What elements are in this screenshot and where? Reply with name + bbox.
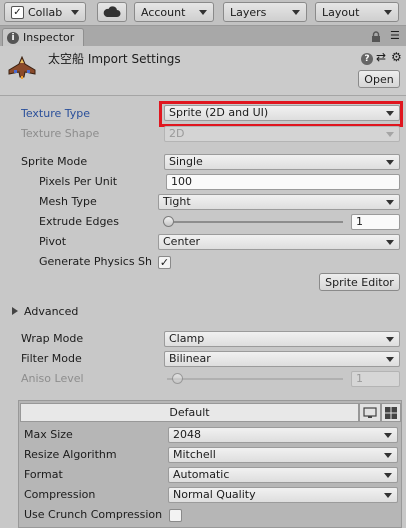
extrude-edges-input[interactable]: 1 — [351, 214, 400, 230]
chevron-down-icon — [386, 160, 394, 165]
max-size-value: 2048 — [173, 428, 201, 441]
advanced-foldout-label[interactable]: Advanced — [24, 304, 124, 320]
foldout-arrow-icon[interactable] — [12, 307, 18, 315]
monitor-icon — [363, 406, 377, 418]
chevron-down-icon — [384, 493, 392, 498]
tab-inspector[interactable]: i Inspector — [2, 28, 84, 46]
pixels-per-unit-input[interactable]: 100 — [166, 174, 400, 190]
open-button[interactable]: Open — [358, 70, 400, 88]
chevron-down-icon — [384, 473, 392, 478]
chevron-down-icon — [386, 357, 394, 362]
aniso-level-label: Aniso Level — [21, 372, 84, 385]
aniso-level-slider-thumb — [172, 373, 184, 384]
collab-check-icon: ✓ — [11, 5, 24, 19]
use-crunch-compression-label: Use Crunch Compression — [24, 508, 163, 521]
filter-mode-value: Bilinear — [169, 352, 211, 365]
chevron-down-icon — [386, 132, 394, 137]
account-label: Account — [141, 5, 186, 19]
tab-default[interactable]: Default — [20, 403, 359, 422]
pixels-per-unit-label: Pixels Per Unit — [39, 175, 118, 188]
inspector-title: 太空船 Import Settings — [48, 52, 181, 66]
chevron-down-icon — [199, 9, 207, 15]
pivot-label: Pivot — [39, 235, 67, 248]
wrap-mode-value: Clamp — [169, 332, 205, 345]
chevron-down-icon — [384, 9, 392, 15]
compression-label: Compression — [24, 488, 96, 501]
tab-windows[interactable] — [381, 403, 401, 422]
tab-default-label: Default — [169, 406, 210, 419]
layout-label: Layout — [322, 5, 360, 19]
chevron-down-icon — [386, 200, 394, 205]
chevron-down-icon — [386, 240, 394, 245]
chevron-down-icon — [384, 433, 392, 438]
cloud-icon — [103, 6, 121, 17]
menu-icon[interactable]: ☰ — [390, 30, 400, 42]
generate-physics-shape-label: Generate Physics Sh — [39, 255, 153, 268]
tab-standalone[interactable] — [359, 403, 381, 422]
format-value: Automatic — [173, 468, 230, 481]
format-dropdown[interactable]: Automatic — [168, 467, 398, 483]
chevron-down-icon — [292, 9, 300, 15]
sprite-mode-value: Single — [169, 155, 203, 168]
texture-shape-value: 2D — [169, 127, 185, 140]
mesh-type-dropdown[interactable]: Tight — [158, 194, 400, 210]
chevron-down-icon — [71, 9, 79, 15]
texture-shape-dropdown: 2D — [164, 126, 400, 142]
lock-icon[interactable] — [371, 31, 381, 42]
layers-label: Layers — [230, 5, 267, 19]
max-size-dropdown[interactable]: 2048 — [168, 427, 398, 443]
compression-dropdown[interactable]: Normal Quality — [168, 487, 398, 503]
texture-type-label: Texture Type — [21, 107, 91, 120]
generate-physics-shape-checkbox[interactable]: ✓ — [158, 256, 171, 269]
format-label: Format — [24, 468, 63, 481]
collab-button[interactable]: ✓ Collab — [4, 2, 86, 22]
preset-icon[interactable]: ⇄ — [376, 50, 386, 64]
filter-mode-dropdown[interactable]: Bilinear — [164, 351, 400, 367]
highlight-box — [159, 101, 403, 127]
inspector-header: 太空船 Import Settings ? ⇄ ⚙ Open — [0, 46, 406, 96]
resize-algorithm-value: Mitchell — [173, 448, 216, 461]
spaceship-thumbnail-icon — [8, 56, 36, 79]
texture-shape-label: Texture Shape — [21, 127, 100, 140]
sprite-editor-button[interactable]: Sprite Editor — [319, 273, 400, 291]
wrap-mode-dropdown[interactable]: Clamp — [164, 331, 400, 347]
account-dropdown[interactable]: Account — [134, 2, 214, 22]
aniso-level-slider-track — [167, 378, 343, 380]
layers-dropdown[interactable]: Layers — [223, 2, 307, 22]
help-icon[interactable]: ? — [361, 53, 373, 65]
mesh-type-value: Tight — [163, 195, 191, 208]
max-size-label: Max Size — [24, 428, 73, 441]
aniso-level-input: 1 — [351, 371, 400, 387]
compression-value: Normal Quality — [173, 488, 256, 501]
resize-algorithm-label: Resize Algorithm — [24, 448, 117, 461]
chevron-down-icon — [384, 453, 392, 458]
settings-icon[interactable]: ⚙ — [391, 50, 402, 64]
chevron-down-icon — [386, 337, 394, 342]
extrude-edges-slider-track[interactable] — [163, 221, 343, 223]
layout-dropdown[interactable]: Layout — [315, 2, 399, 22]
extrude-edges-label: Extrude Edges — [39, 215, 119, 228]
wrap-mode-label: Wrap Mode — [21, 332, 84, 345]
toolbar: ✓ Collab Account Layers Layout — [0, 0, 406, 26]
filter-mode-label: Filter Mode — [21, 352, 82, 365]
pivot-value: Center — [163, 235, 201, 248]
tab-row: i Inspector ☰ — [0, 26, 406, 46]
open-button-label: Open — [364, 72, 394, 86]
mesh-type-label: Mesh Type — [39, 195, 97, 208]
use-crunch-compression-checkbox[interactable] — [169, 509, 182, 522]
tab-inspector-label: Inspector — [23, 31, 75, 44]
resize-algorithm-dropdown[interactable]: Mitchell — [168, 447, 398, 463]
platform-settings-panel: Default Max Size 2048 Resize Algorithm M… — [18, 400, 402, 528]
cloud-button[interactable] — [97, 2, 127, 22]
pivot-dropdown[interactable]: Center — [158, 234, 400, 250]
collab-label: Collab — [28, 5, 63, 19]
extrude-edges-slider-thumb[interactable] — [162, 216, 174, 227]
info-icon: i — [7, 31, 19, 44]
sprite-editor-label: Sprite Editor — [325, 275, 394, 289]
sprite-mode-label: Sprite Mode — [21, 155, 88, 168]
sprite-mode-dropdown[interactable]: Single — [164, 154, 400, 170]
windows-icon — [385, 406, 397, 419]
